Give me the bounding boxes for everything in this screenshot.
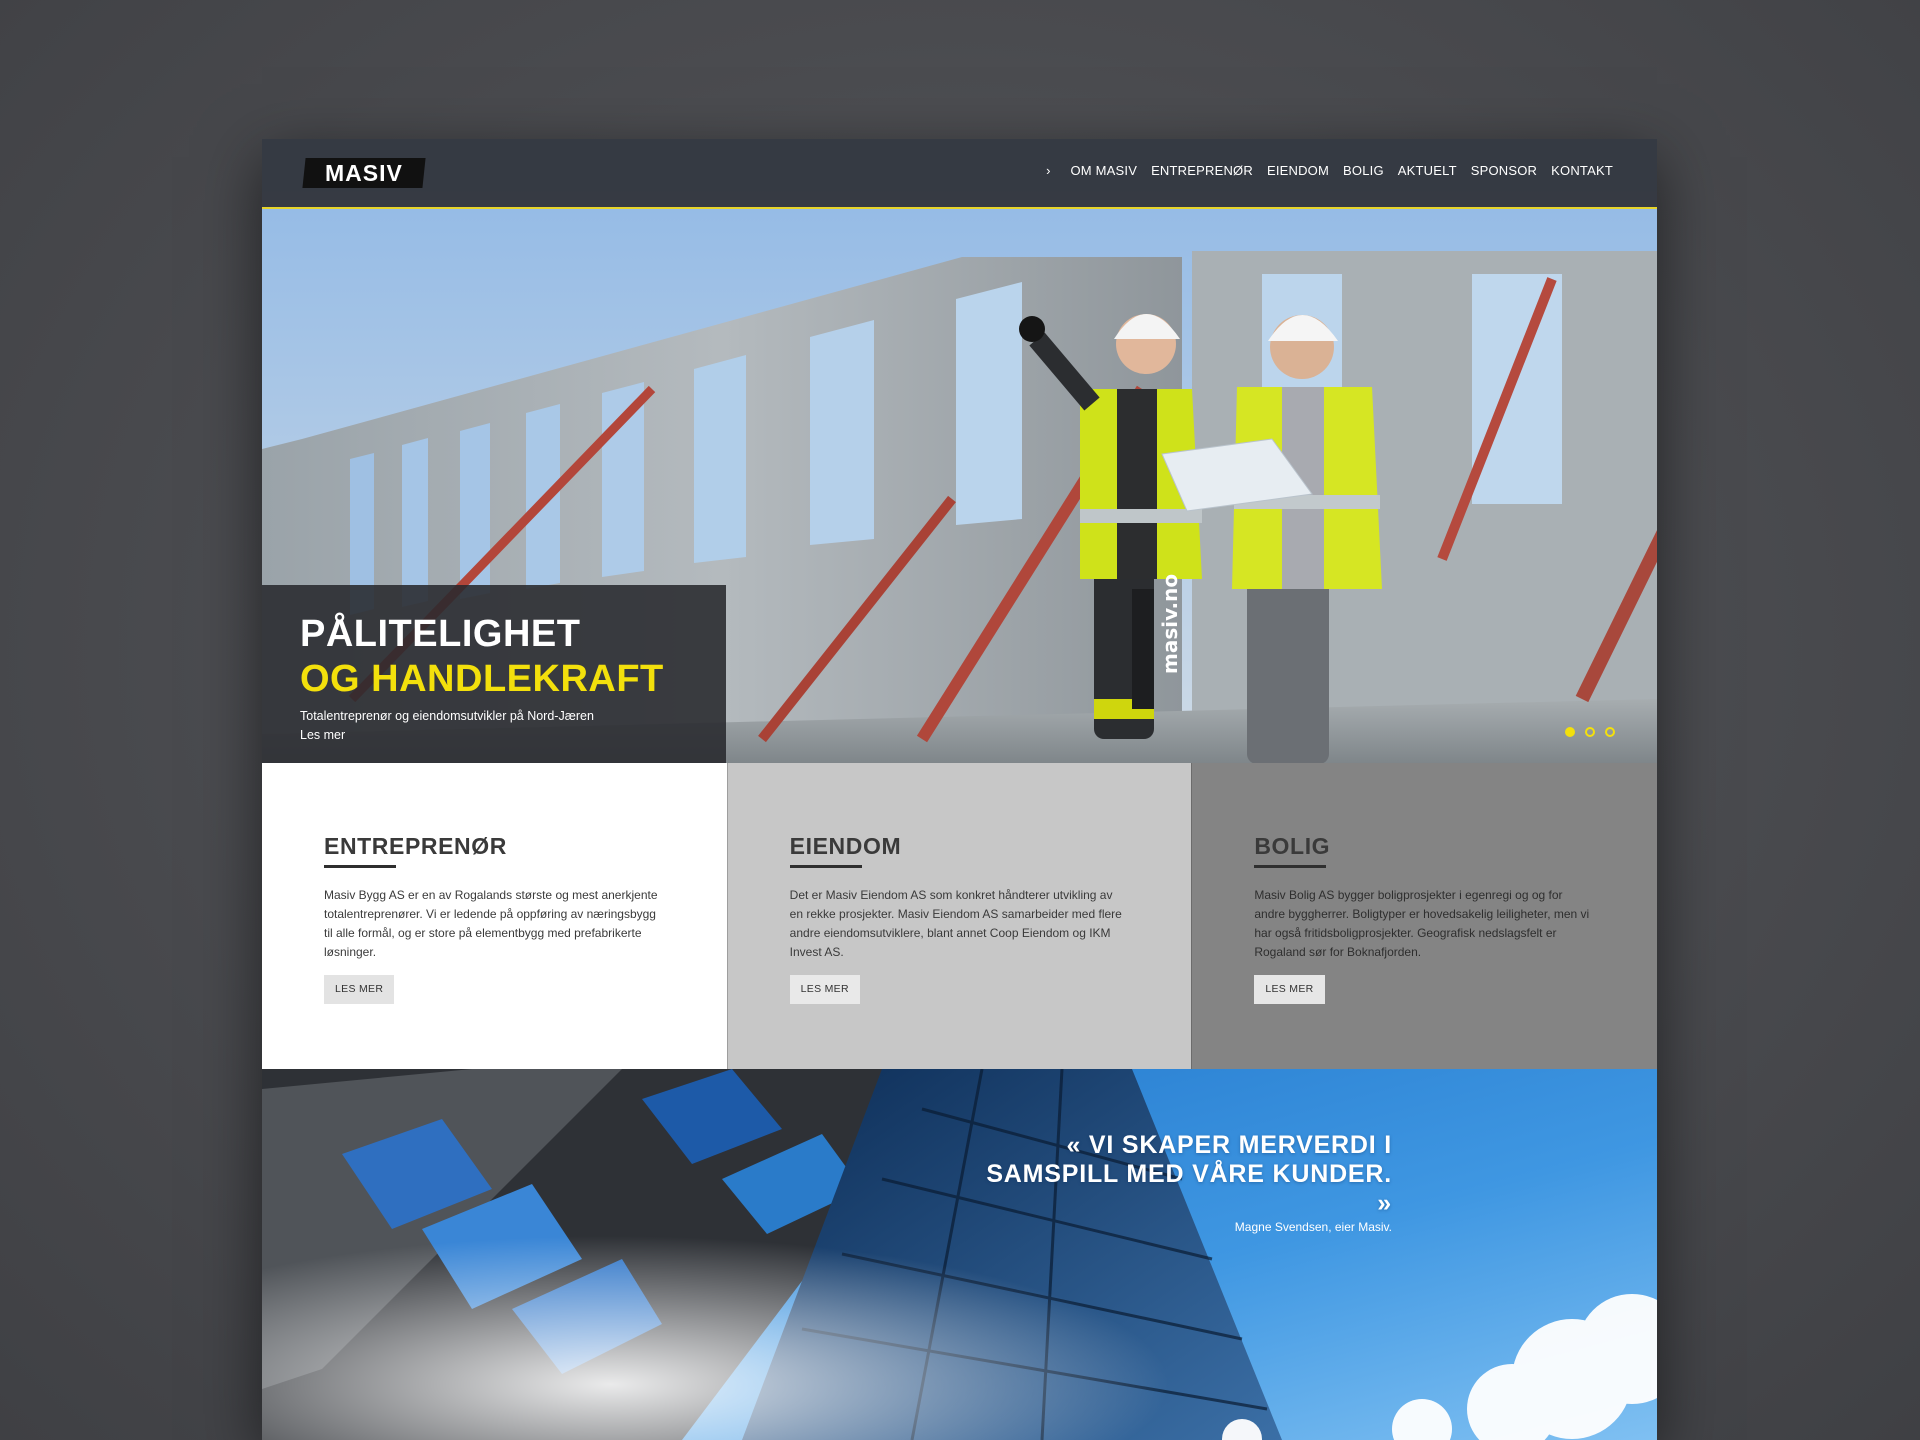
logo-text: MASIV	[325, 160, 403, 186]
title-underline	[789, 865, 862, 868]
slider-dot-2[interactable]	[1585, 727, 1595, 737]
service-card-entreprenor: ENTREPRENØR Masiv Bygg AS er en av Rogal…	[262, 763, 727, 1069]
slider-dot-1[interactable]	[1565, 727, 1575, 737]
read-more-button[interactable]: LES MER	[324, 975, 395, 1004]
read-more-button[interactable]: LES MER	[1254, 975, 1325, 1004]
hero-read-more-link[interactable]: Les mer	[300, 728, 345, 742]
quote-author: Magne Svendsen, eier Masiv.	[1234, 1220, 1392, 1234]
service-title: EIENDOM	[789, 833, 902, 859]
nav-eiendom[interactable]: EIENDOM	[1267, 163, 1329, 178]
read-more-button[interactable]: LES MER	[789, 975, 860, 1004]
vest-marking-text: masiv.no	[1158, 574, 1182, 674]
service-card-eiendom: EIENDOM Det er Masiv Eiendom AS som konk…	[726, 763, 1192, 1069]
title-underline	[1254, 865, 1327, 868]
service-title: ENTREPRENØR	[324, 833, 507, 859]
chevron-right-icon: ›	[1046, 163, 1051, 178]
nav-entreprenor[interactable]: ENTREPRENØR	[1151, 163, 1253, 178]
slider-dots	[1565, 727, 1615, 737]
building-photo	[262, 1069, 1657, 1440]
hero-title-line2: OG HANDLEKRAFT	[300, 658, 664, 700]
quote-section: « VI SKAPER MERVERDI I SAMSPILL MED VÅRE…	[262, 1069, 1657, 1440]
service-description: Det er Masiv Eiendom AS som konkret hånd…	[789, 888, 1122, 959]
hero-subtitle: Totalentreprenør og eiendomsutvikler på …	[300, 709, 594, 723]
nav-aktuelt[interactable]: AKTUELT	[1398, 163, 1457, 178]
service-description: Masiv Bolig AS bygger boligprosjekter i …	[1254, 888, 1590, 959]
nav-kontakt[interactable]: KONTAKT	[1551, 163, 1613, 178]
hero-title-line1: PÅLITELIGHET	[300, 613, 581, 655]
service-description: Masiv Bygg AS er en av Rogalands største…	[324, 888, 658, 959]
service-card-bolig: BOLIG Masiv Bolig AS bygger boligprosjek…	[1191, 763, 1657, 1069]
nav-sponsor[interactable]: SPONSOR	[1471, 163, 1537, 178]
slider-dot-3[interactable]	[1605, 727, 1615, 737]
website-frame: masiv.no PÅLITELIGHET OG HANDLEKRAFT Tot…	[262, 139, 1657, 1440]
service-columns: ENTREPRENØR Masiv Bygg AS er en av Rogal…	[262, 763, 1657, 1069]
title-underline	[324, 865, 396, 868]
main-nav: › OM MASIV ENTREPRENØR EIENDOM BOLIG AKT…	[1046, 163, 1613, 178]
nav-om-masiv[interactable]: OM MASIV	[1070, 163, 1137, 178]
service-title: BOLIG	[1254, 833, 1331, 859]
nav-bolig[interactable]: BOLIG	[1343, 163, 1384, 178]
hero-slider: masiv.no PÅLITELIGHET OG HANDLEKRAFT Tot…	[262, 139, 1657, 763]
hero-caption: PÅLITELIGHET OG HANDLEKRAFT Totalentrepr…	[262, 585, 726, 763]
masiv-logo[interactable]: MASIV	[302, 158, 426, 188]
quote-text: « VI SKAPER MERVERDI I SAMSPILL MED VÅRE…	[986, 1131, 1392, 1217]
site-header: MASIV › OM MASIV ENTREPRENØR EIENDOM BOL…	[262, 139, 1657, 209]
